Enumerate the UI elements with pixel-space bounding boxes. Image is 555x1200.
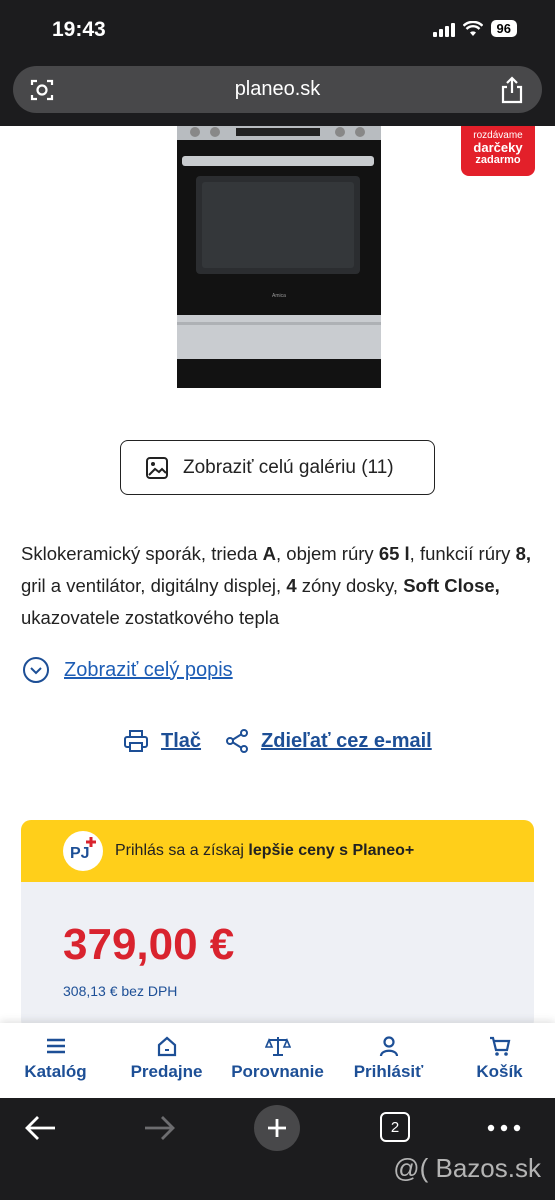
desc-functions: 8, xyxy=(515,543,531,564)
menu-icon xyxy=(46,1038,65,1054)
url-text: planeo.sk xyxy=(234,78,321,100)
user-icon xyxy=(379,1036,398,1057)
back-arrow-icon[interactable] xyxy=(24,1114,58,1142)
promo-badge[interactable]: rozdávame darčeky zadarmo xyxy=(461,126,535,176)
new-tab-button[interactable] xyxy=(254,1105,300,1151)
nav-stores[interactable]: Predajne xyxy=(111,1023,222,1098)
cart-icon xyxy=(489,1036,510,1056)
loyalty-text: Prihlás sa a získaj lepšie ceny s Planeo… xyxy=(115,842,414,860)
nav-catalog[interactable]: Katalóg xyxy=(0,1023,111,1098)
print-link[interactable]: Tlač xyxy=(123,729,201,753)
nav-login[interactable]: Prihlásiť xyxy=(333,1023,444,1098)
action-row: Tlač Zdieľať cez e-mail xyxy=(123,728,432,754)
show-full-description-label: Zobraziť celý popis xyxy=(64,658,233,681)
print-label: Tlač xyxy=(161,729,202,752)
browser-toolbar: 2 xyxy=(0,1098,555,1200)
svg-text:PJ: PJ xyxy=(70,845,90,862)
chevron-down-circle-icon xyxy=(23,657,49,683)
wifi-icon xyxy=(462,20,483,36)
status-time: 19:43 xyxy=(52,18,106,41)
desc-text: ukazovatele zostatkového tepla xyxy=(21,607,280,628)
share-email-label: Zdieľať cez e-mail xyxy=(261,729,432,752)
nav-login-label: Prihlásiť xyxy=(353,1062,424,1081)
gallery-icon xyxy=(146,456,168,479)
price-without-vat: 308,13 € bez DPH xyxy=(63,983,178,999)
loyalty-text-prefix: Prihlás sa a získaj xyxy=(115,842,249,859)
more-options-icon[interactable] xyxy=(487,1124,521,1132)
desc-zones: 4 xyxy=(286,575,297,596)
show-gallery-button[interactable]: Zobraziť celú galériu (11) xyxy=(120,440,435,495)
address-bar[interactable]: planeo.sk xyxy=(13,66,542,113)
share-email-link[interactable]: Zdieľať cez e-mail xyxy=(225,728,432,754)
browser-top-bar: 19:43 96 planeo.sk xyxy=(0,0,555,126)
nav-cart[interactable]: Košík xyxy=(444,1023,555,1098)
promo-line-2: darčeky xyxy=(473,140,523,155)
status-icons: 96 xyxy=(432,20,517,37)
watermark: @( Bazos.sk xyxy=(393,1153,541,1183)
promo-line-3: zadarmo xyxy=(475,154,521,166)
home-icon xyxy=(157,1036,176,1057)
product-description: Sklokeramický sporák, trieda A, objem rú… xyxy=(21,538,536,634)
tabs-button[interactable]: 2 xyxy=(380,1112,410,1142)
nav-stores-label: Predajne xyxy=(130,1062,203,1081)
cellular-signal-icon xyxy=(432,21,455,37)
desc-volume: 65 l xyxy=(378,543,410,564)
desc-text: Sklokeramický sporák, trieda xyxy=(21,543,263,564)
planeo-plus-logo-icon: PJ xyxy=(63,831,103,871)
price-card: PJ Prihlás sa a získaj lepšie ceny s Pla… xyxy=(21,820,534,1030)
desc-soft-close: Soft Close, xyxy=(403,575,500,596)
battery-indicator: 96 xyxy=(490,20,517,37)
loyalty-banner[interactable]: PJ Prihlás sa a získaj lepšie ceny s Pla… xyxy=(21,820,534,882)
desc-text: zóny dosky, xyxy=(296,575,404,596)
desc-text: , objem rúry xyxy=(276,543,379,564)
desc-energy-class: A xyxy=(262,543,276,564)
svg-text:Amica: Amica xyxy=(272,293,286,299)
desc-text: , funkcií rúry xyxy=(409,543,516,564)
nav-compare-label: Porovnanie xyxy=(231,1062,324,1081)
bottom-nav: Katalóg Predajne Porovnanie Prihlásiť Ko… xyxy=(0,1023,555,1098)
share-nodes-icon xyxy=(226,729,249,753)
desc-text: gril a ventilátor, digitálny displej, xyxy=(21,575,287,596)
nav-catalog-label: Katalóg xyxy=(24,1062,87,1081)
price-main: 379,00 € xyxy=(63,920,235,969)
printer-icon xyxy=(124,730,148,752)
show-full-description-link[interactable]: Zobraziť celý popis xyxy=(22,656,233,684)
nav-compare[interactable]: Porovnanie xyxy=(222,1023,333,1098)
share-icon[interactable] xyxy=(500,76,524,104)
plus-icon xyxy=(268,1119,286,1137)
forward-arrow-icon[interactable] xyxy=(142,1114,176,1142)
nav-cart-label: Košík xyxy=(476,1062,523,1081)
gallery-button-label: Zobraziť celú galériu (11) xyxy=(183,456,394,478)
loyalty-text-bold: lepšie ceny s Planeo+ xyxy=(248,842,415,859)
scale-icon xyxy=(264,1037,291,1056)
